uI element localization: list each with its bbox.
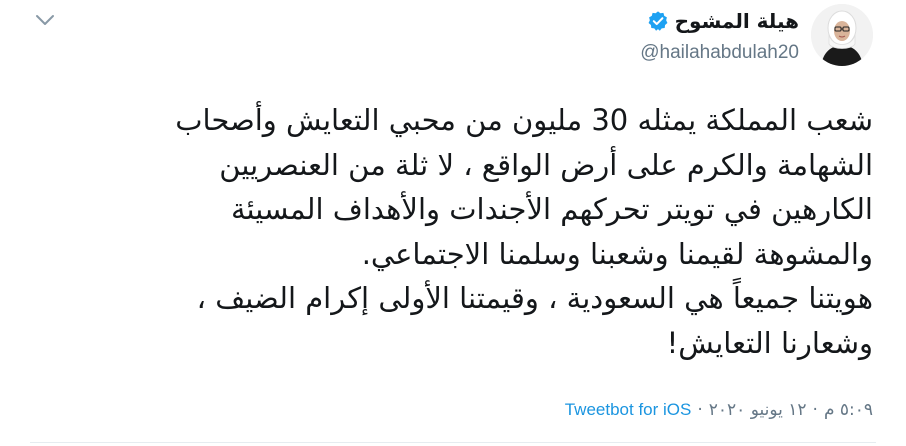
tweet-line: الكارهين في تويتر تحركهم الأجندات والأهد… — [230, 192, 873, 227]
meta-separator: · — [812, 400, 818, 420]
tweet-time[interactable]: ٥:٠٩ م — [824, 400, 873, 420]
tweet-line: هويتنا جميعاً هي السعودية ، وقيمتنا الأو… — [196, 281, 873, 316]
avatar-photo — [811, 4, 873, 66]
tweet-line: وشعارنا التعايش! — [666, 325, 873, 360]
verified-badge-icon — [647, 10, 669, 32]
tweet-source-link[interactable]: Tweetbot for iOS — [565, 400, 692, 420]
display-name[interactable]: هيلة المشوح — [675, 9, 799, 33]
user-names: هيلة المشوح @hailahabdulah20 — [640, 4, 799, 64]
user-handle[interactable]: @hailahabdulah20 — [640, 42, 799, 64]
tweet-header: هيلة المشوح @hailahabdulah20 — [640, 0, 873, 104]
tweet-line: الشهامة والكرم على أرض الواقع ، لا ثلة م… — [219, 147, 873, 182]
tweet-date[interactable]: ١٢ يونيو ٢٠٢٠ — [709, 400, 807, 420]
divider — [30, 442, 876, 443]
name-row: هيلة المشوح — [647, 4, 799, 38]
avatar[interactable] — [811, 4, 873, 66]
tweet-line: شعب المملكة يمثله 30 مليون من محبي التعا… — [175, 103, 873, 137]
chevron-down-icon[interactable] — [34, 12, 56, 28]
tweet-line: والمشوهة لقيمنا وشعبنا وسلمنا الاجتماعي. — [361, 236, 873, 271]
meta-separator: · — [697, 400, 703, 420]
tweet-meta: ٥:٠٩ م · ١٢ يونيو ٢٠٢٠ · Tweetbot for iO… — [565, 396, 873, 424]
tweet-text: شعب المملكة يمثله 30 مليون من محبي التعا… — [28, 98, 873, 366]
tweet-card: هيلة المشوح @hailahabdulah20 شعب المملكة… — [0, 0, 906, 446]
